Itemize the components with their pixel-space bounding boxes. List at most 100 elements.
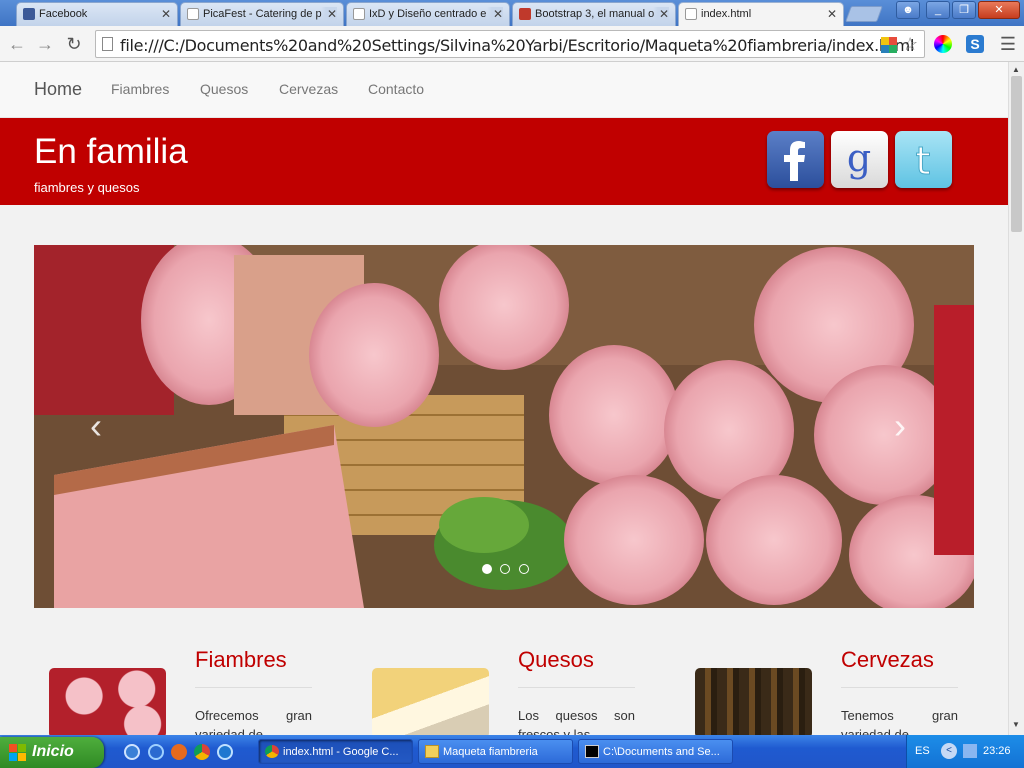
window-title: index.html - Google C... xyxy=(283,746,399,758)
star-icon[interactable]: ☆ xyxy=(902,34,918,54)
section-fiambres: Fiambres Ofrecemos gran variedad de xyxy=(49,645,349,735)
chrome-icon xyxy=(265,745,279,758)
collapse-tray-icon[interactable]: < xyxy=(941,743,957,759)
tab-title: Bootstrap 3, el manual o xyxy=(535,8,655,20)
site-subtitle: fiambres y quesos xyxy=(34,180,140,195)
color-picker-icon[interactable] xyxy=(934,35,952,53)
site-title: En familia xyxy=(34,132,188,171)
close-window-button[interactable]: ✕ xyxy=(978,1,1020,19)
beer-thumbnail xyxy=(695,668,812,735)
console-icon xyxy=(585,745,599,758)
divider xyxy=(518,687,635,688)
section-cervezas: Cervezas Tenemos gran variedad de xyxy=(695,645,995,735)
close-icon[interactable]: ✕ xyxy=(320,7,337,21)
ie-icon[interactable] xyxy=(124,744,140,760)
close-icon[interactable]: ✕ xyxy=(486,7,503,21)
windows-taskbar: Inicio index.html - Google C... Maqueta … xyxy=(0,735,1024,768)
section-title: Quesos xyxy=(518,647,594,672)
nav-quesos[interactable]: Quesos xyxy=(200,81,248,97)
site-header: En familia fiambres y quesos g t xyxy=(0,118,1008,205)
tab-title: Facebook xyxy=(39,8,88,20)
minimize-button[interactable]: _ xyxy=(926,1,950,19)
svg-text:t: t xyxy=(916,139,931,183)
tab-picafest[interactable]: PicaFest - Catering de p ✕ xyxy=(180,2,344,26)
carousel-prev-icon[interactable]: ‹ xyxy=(90,405,102,447)
tab-facebook[interactable]: Facebook ✕ xyxy=(16,2,178,26)
start-button[interactable]: Inicio xyxy=(0,737,104,768)
tab-title: PicaFest - Catering de p xyxy=(203,8,322,20)
media-player-icon[interactable] xyxy=(217,744,233,760)
divider xyxy=(195,687,312,688)
tab-title: IxD y Diseño centrado e xyxy=(369,8,487,20)
windows-logo-icon xyxy=(9,744,26,761)
hero-carousel[interactable]: ‹ › xyxy=(34,245,974,608)
tab-ixd[interactable]: IxD y Diseño centrado e ✕ xyxy=(346,2,510,26)
page-icon xyxy=(187,8,199,20)
facebook-icon xyxy=(23,8,35,20)
restore-button[interactable]: ❐ xyxy=(952,1,976,19)
window-title: C:\Documents and Se... xyxy=(603,746,720,758)
browser-tab-strip: Facebook ✕ PicaFest - Catering de p ✕ Ix… xyxy=(0,0,1024,27)
section-text: Tenemos gran variedad de xyxy=(841,708,958,735)
tab-title: index.html xyxy=(701,8,752,20)
section-text: Los quesos son frescos y las xyxy=(518,708,635,735)
language-indicator[interactable]: ES xyxy=(915,745,930,757)
page-icon xyxy=(102,37,113,51)
cold-cuts-thumbnail xyxy=(49,668,166,735)
extension-icon[interactable] xyxy=(881,37,897,53)
carousel-dot[interactable] xyxy=(500,564,511,574)
reload-button[interactable]: ↻ xyxy=(63,33,85,55)
page-icon xyxy=(685,8,697,20)
browser-toolbar: ← → ↻ file:///C:/Documents%20and%20Setti… xyxy=(0,26,1024,62)
close-icon[interactable]: ✕ xyxy=(161,7,171,21)
taskbar-window-chrome[interactable]: index.html - Google C... xyxy=(258,739,413,764)
forward-button[interactable]: → xyxy=(34,33,56,55)
divider xyxy=(841,687,958,688)
back-button[interactable]: ← xyxy=(6,33,28,55)
site-navbar: Home Fiambres Quesos Cervezas Contacto xyxy=(0,62,1008,118)
tab-index-html[interactable]: index.html ✕ xyxy=(678,2,844,27)
address-bar[interactable]: file:///C:/Documents%20and%20Settings/Si… xyxy=(95,30,925,58)
page-icon xyxy=(353,8,365,20)
url-text[interactable]: file:///C:/Documents%20and%20Settings/Si… xyxy=(120,36,914,55)
user-icon[interactable]: ☻ xyxy=(896,1,920,19)
google-icon[interactable]: g xyxy=(831,131,888,188)
chrome-icon[interactable] xyxy=(194,744,210,760)
system-tray: ES < 23:26 xyxy=(906,735,1024,768)
browser-icon[interactable] xyxy=(148,744,164,760)
cheese-thumbnail xyxy=(372,668,489,735)
nav-home[interactable]: Home xyxy=(34,79,82,100)
scroll-down-icon[interactable]: ▼ xyxy=(1012,720,1020,729)
network-icon[interactable] xyxy=(963,744,977,758)
clock[interactable]: 23:26 xyxy=(983,745,1011,757)
start-label: Inicio xyxy=(32,743,74,760)
facebook-icon[interactable] xyxy=(767,131,824,188)
page-scrollbar[interactable]: ▲ ▼ xyxy=(1008,62,1024,735)
section-title: Cervezas xyxy=(841,647,934,672)
new-tab-button[interactable] xyxy=(845,6,883,22)
folder-icon xyxy=(425,745,439,758)
carousel-next-icon[interactable]: › xyxy=(894,405,906,447)
book-icon xyxy=(519,8,531,20)
taskbar-window-cmd[interactable]: C:\Documents and Se... xyxy=(578,739,733,764)
window-title: Maqueta fiambreria xyxy=(443,746,538,758)
carousel-dot[interactable] xyxy=(518,564,529,574)
taskbar-window-folder[interactable]: Maqueta fiambreria xyxy=(418,739,573,764)
nav-cervezas[interactable]: Cervezas xyxy=(279,81,338,97)
close-icon[interactable]: ✕ xyxy=(652,7,669,21)
nav-contacto[interactable]: Contacto xyxy=(368,81,424,97)
cold-cuts-image xyxy=(34,245,974,608)
carousel-dot[interactable] xyxy=(482,564,492,574)
s-extension-icon[interactable]: S xyxy=(966,35,984,53)
tab-bootstrap[interactable]: Bootstrap 3, el manual o ✕ xyxy=(512,2,676,26)
section-text: Ofrecemos gran variedad de xyxy=(195,708,312,735)
svg-text:g: g xyxy=(847,136,871,180)
nav-fiambres[interactable]: Fiambres xyxy=(111,81,169,97)
twitter-icon[interactable]: t xyxy=(895,131,952,188)
scroll-up-icon[interactable]: ▲ xyxy=(1012,65,1020,74)
scrollbar-thumb[interactable] xyxy=(1011,76,1022,232)
section-quesos: Quesos Los quesos son frescos y las xyxy=(372,645,672,735)
menu-icon[interactable]: ☰ xyxy=(997,33,1019,55)
firefox-icon[interactable] xyxy=(171,744,187,760)
close-icon[interactable]: ✕ xyxy=(827,7,837,21)
